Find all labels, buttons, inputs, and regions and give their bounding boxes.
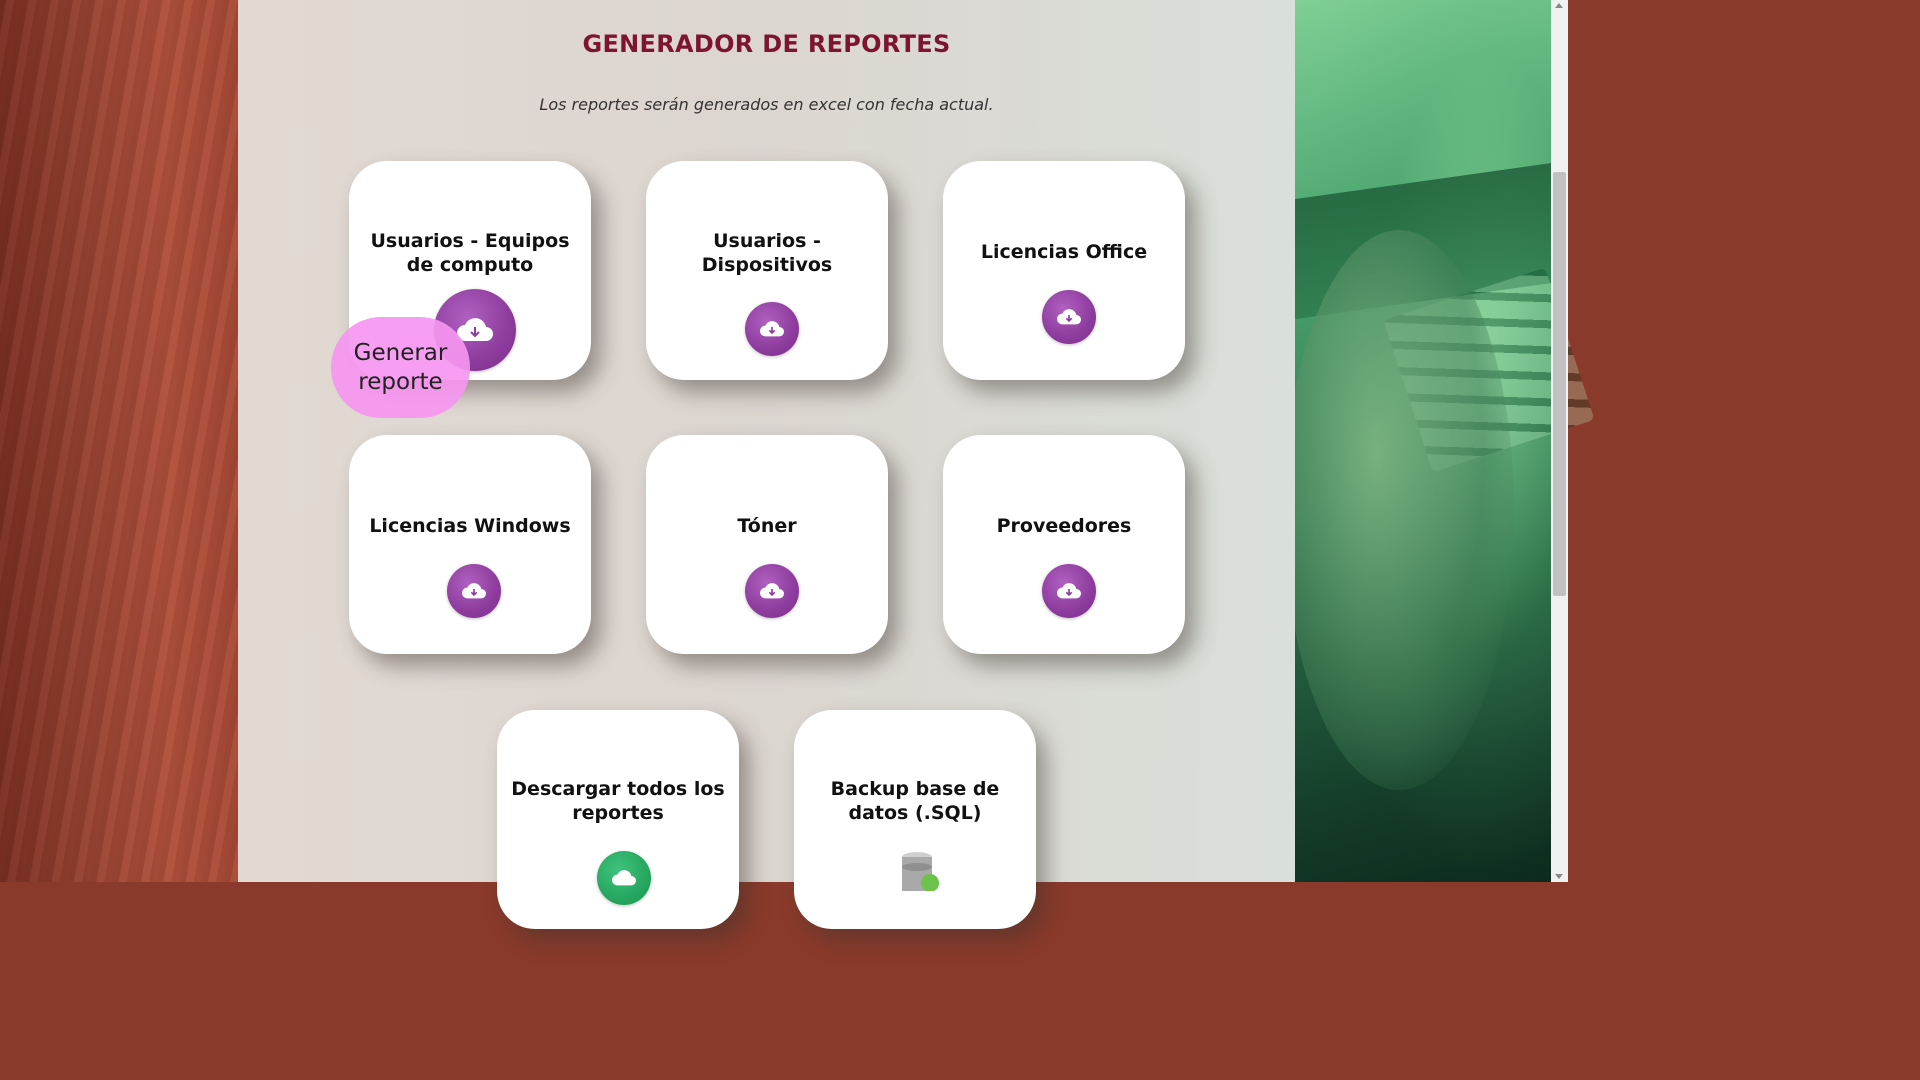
card-title: Licencias Office — [980, 241, 1148, 263]
card-title: Usuarios - Dispositivos — [701, 230, 833, 276]
cloud-download-icon[interactable] — [745, 302, 799, 356]
database-icon[interactable] — [896, 851, 942, 891]
cloud-download-icon[interactable] — [447, 564, 501, 618]
report-card-proveedores: Proveedores — [943, 435, 1185, 654]
cloud-download-icon[interactable] — [1042, 564, 1096, 618]
report-card-usuarios-dispositivos: Usuarios - Dispositivos — [646, 161, 888, 380]
generar-reporte-tooltip: Generar reporte — [331, 317, 470, 418]
report-card-descargar-todos: Descargar todos los reportes — [497, 710, 739, 929]
cloud-download-icon[interactable] — [1042, 290, 1096, 344]
report-card-licencias-windows: Licencias Windows — [349, 435, 591, 654]
report-card-backup-sql: Backup base de datos (.SQL) — [794, 710, 1036, 929]
card-title: Licencias Windows — [369, 515, 571, 537]
card-title: Descargar todos los reportes — [511, 778, 725, 824]
scrollbar-thumb[interactable] — [1553, 172, 1566, 596]
background-wood — [0, 0, 240, 882]
cloud-download-icon[interactable] — [745, 564, 799, 618]
scrollbar[interactable] — [1551, 0, 1568, 882]
scroll-up-arrow-icon[interactable] — [1555, 3, 1563, 8]
card-title: Proveedores — [996, 515, 1132, 537]
card-title: Usuarios - Equipos de computo — [370, 230, 570, 276]
report-card-licencias-office: Licencias Office — [943, 161, 1185, 380]
hand-image — [1284, 230, 1514, 790]
card-title: Tóner — [737, 515, 797, 537]
report-card-toner: Tóner — [646, 435, 888, 654]
scroll-down-arrow-icon[interactable] — [1555, 874, 1563, 879]
background-photo — [1284, 0, 1595, 882]
card-title: Backup base de datos (.SQL) — [830, 778, 1000, 824]
cloud-download-icon[interactable] — [597, 851, 651, 905]
page-title: GENERADOR DE REPORTES — [582, 30, 951, 58]
page-subtitle: Los reportes serán generados en excel co… — [539, 95, 994, 114]
